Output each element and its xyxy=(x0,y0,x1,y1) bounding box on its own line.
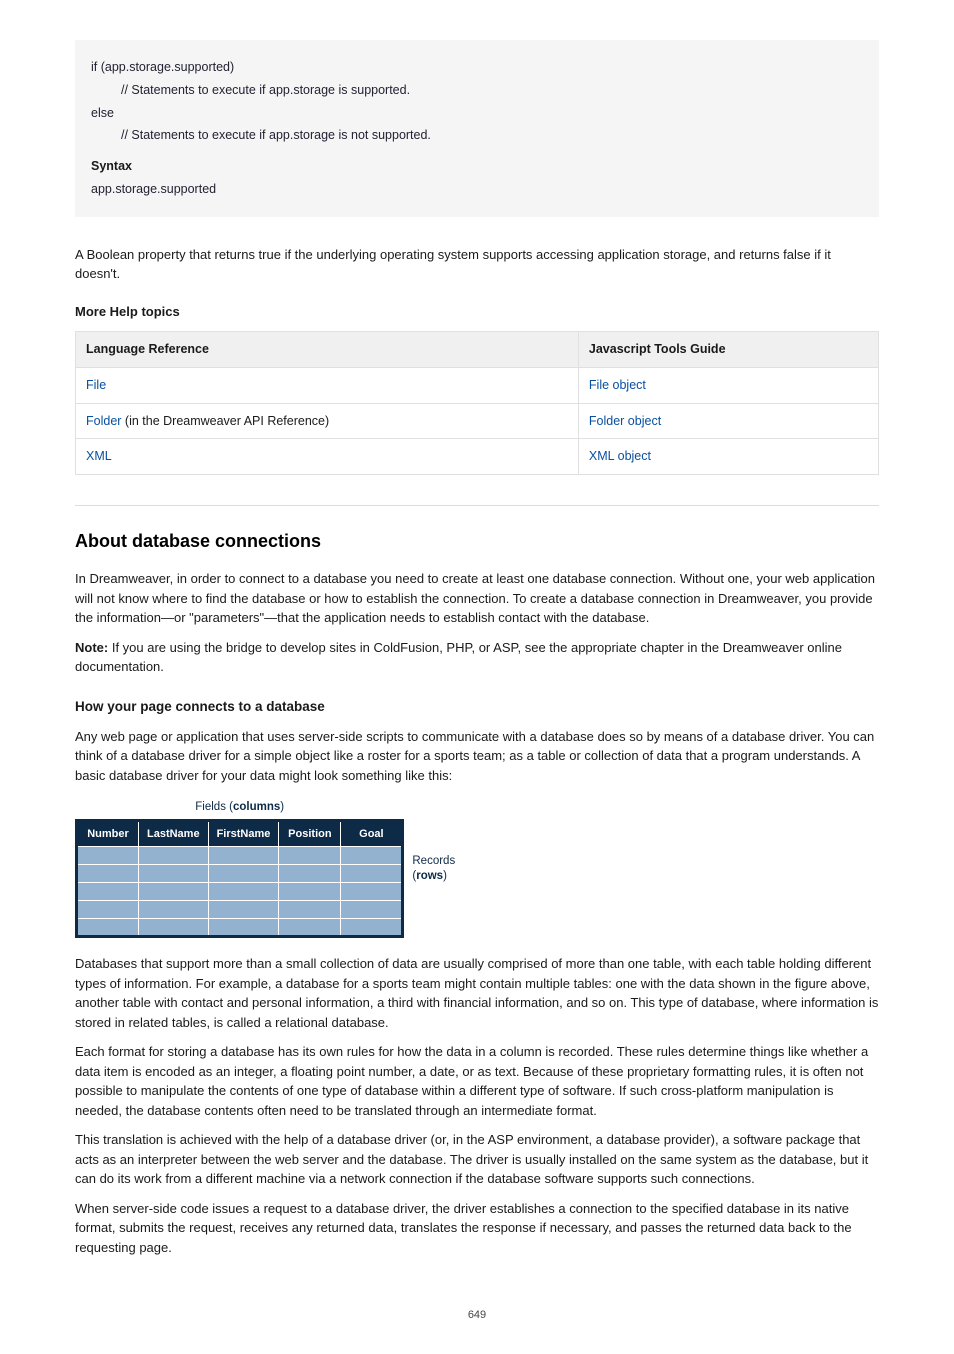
reference-table: Language Reference Javascript Tools Guid… xyxy=(75,331,879,475)
ref-link[interactable]: File xyxy=(86,378,106,392)
db-row xyxy=(77,847,403,865)
db-col-header: Goal xyxy=(341,820,403,847)
ref-cell: File object xyxy=(578,367,878,403)
more-help-heading: More Help topics xyxy=(75,302,879,322)
subheading: How your page connects to a database xyxy=(75,697,879,717)
body-para: Each format for storing a database has i… xyxy=(75,1042,879,1120)
description-para: A Boolean property that returns true if … xyxy=(75,245,879,284)
ref-link[interactable]: Folder object xyxy=(589,414,661,428)
ref-note: (in the Dreamweaver API Reference) xyxy=(121,414,329,428)
table-row: Folder (in the Dreamweaver API Reference… xyxy=(76,403,879,439)
ref-link[interactable]: XML object xyxy=(589,449,651,463)
ref-link[interactable]: XML xyxy=(86,449,112,463)
ref-link[interactable]: File object xyxy=(589,378,646,392)
figure-top-caption: Fields (columns) xyxy=(75,799,404,816)
table-row: XML XML object xyxy=(76,439,879,475)
note-label: Note: xyxy=(75,640,108,655)
figure-side-caption: Records (rows) xyxy=(412,854,455,884)
db-col-header: Number xyxy=(77,820,139,847)
section-divider xyxy=(75,505,879,506)
ref-cell: XML xyxy=(76,439,579,475)
ref-cell: XML object xyxy=(578,439,878,475)
db-row xyxy=(77,883,403,901)
topic-heading: About database connections xyxy=(75,528,879,555)
ref-header-right: Javascript Tools Guide xyxy=(578,332,878,368)
note-text: If you are using the bridge to develop s… xyxy=(75,640,842,675)
body-para: Databases that support more than a small… xyxy=(75,954,879,1032)
code-line: else xyxy=(91,104,863,123)
db-col-header: FirstName xyxy=(208,820,279,847)
body-para: When server-side code issues a request t… xyxy=(75,1199,879,1258)
code-line: if (app.storage.supported) xyxy=(91,58,863,77)
body-para: This translation is achieved with the he… xyxy=(75,1130,879,1189)
database-table-figure: Fields (columns) Number LastName FirstNa… xyxy=(75,799,879,938)
db-illustration-table: Number LastName FirstName Position Goal xyxy=(75,819,404,939)
db-col-header: Position xyxy=(279,820,341,847)
ref-cell: Folder object xyxy=(578,403,878,439)
intro-para: In Dreamweaver, in order to connect to a… xyxy=(75,569,879,628)
db-col-header: LastName xyxy=(139,820,209,847)
note-para: Note: If you are using the bridge to dev… xyxy=(75,638,879,677)
conn-para: Any web page or application that uses se… xyxy=(75,727,879,786)
code-line: // Statements to execute if app.storage … xyxy=(91,81,863,100)
syntax-line: app.storage.supported xyxy=(91,180,863,199)
ref-link[interactable]: Folder xyxy=(86,414,121,428)
code-line: // Statements to execute if app.storage … xyxy=(91,126,863,145)
table-row: File File object xyxy=(76,367,879,403)
db-row xyxy=(77,901,403,919)
ref-cell: File xyxy=(76,367,579,403)
db-row xyxy=(77,919,403,937)
code-example-box: if (app.storage.supported) // Statements… xyxy=(75,40,879,217)
page-number: 649 xyxy=(75,1307,879,1324)
ref-header-left: Language Reference xyxy=(76,332,579,368)
db-row xyxy=(77,865,403,883)
syntax-label: Syntax xyxy=(91,157,863,176)
ref-cell: Folder (in the Dreamweaver API Reference… xyxy=(76,403,579,439)
